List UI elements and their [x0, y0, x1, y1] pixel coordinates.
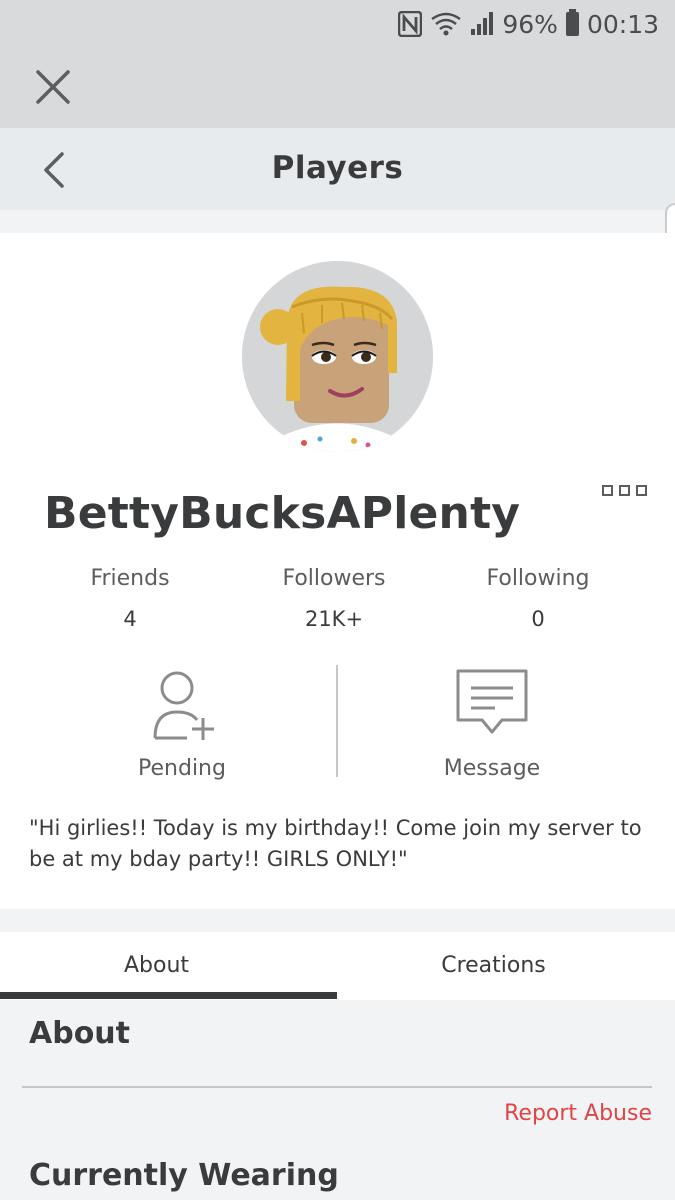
stat-label: Followers [282, 566, 386, 591]
tab-bar: About Creations [0, 932, 675, 1000]
status-icons: 96% 00:13 [398, 8, 659, 40]
stat-value: 4 [123, 607, 137, 631]
tab-indicator [0, 992, 337, 999]
divider [336, 665, 338, 777]
tab-creations[interactable]: Creations [325, 932, 662, 1000]
divider [22, 1086, 652, 1088]
signal-icon [471, 12, 494, 35]
stat-following[interactable]: Following 0 [438, 566, 638, 631]
dot-icon [619, 485, 630, 496]
clock: 00:13 [586, 9, 659, 39]
tab-about[interactable]: About [0, 932, 325, 1000]
nfc-icon [398, 11, 423, 37]
message-button[interactable]: Message [422, 668, 562, 781]
page-title: Players [271, 150, 404, 186]
dot-icon [602, 485, 613, 496]
message-icon [456, 669, 528, 734]
wifi-icon [431, 12, 462, 36]
more-options-button[interactable] [602, 485, 647, 496]
stat-followers[interactable]: Followers 21K+ [234, 566, 434, 631]
nav-bar: Players [0, 128, 675, 210]
username: BettyBucksAPlenty [44, 488, 521, 539]
profile-bio: "Hi girlies!! Today is my birthday!! Com… [29, 816, 642, 871]
status-bar: 96% 00:13 [0, 0, 675, 48]
close-icon[interactable] [34, 68, 72, 106]
modal-header [0, 48, 675, 128]
pending-button[interactable]: Pending [112, 668, 252, 781]
stat-friends[interactable]: Friends 4 [30, 566, 230, 631]
avatar-image [242, 261, 433, 452]
about-heading: About [29, 1016, 131, 1051]
report-abuse-link[interactable]: Report Abuse [504, 1101, 652, 1126]
stat-value: 0 [531, 607, 545, 631]
avatar [242, 261, 433, 452]
message-label: Message [443, 756, 541, 781]
stat-label: Following [486, 566, 590, 591]
battery-icon [565, 9, 579, 36]
battery-percent: 96% [502, 9, 558, 39]
dot-icon [636, 485, 647, 496]
currently-wearing-heading: Currently Wearing [29, 1158, 339, 1193]
add-friend-icon [153, 671, 214, 740]
pending-label: Pending [138, 756, 226, 781]
stat-value: 21K+ [304, 607, 364, 631]
stat-label: Friends [90, 566, 170, 591]
